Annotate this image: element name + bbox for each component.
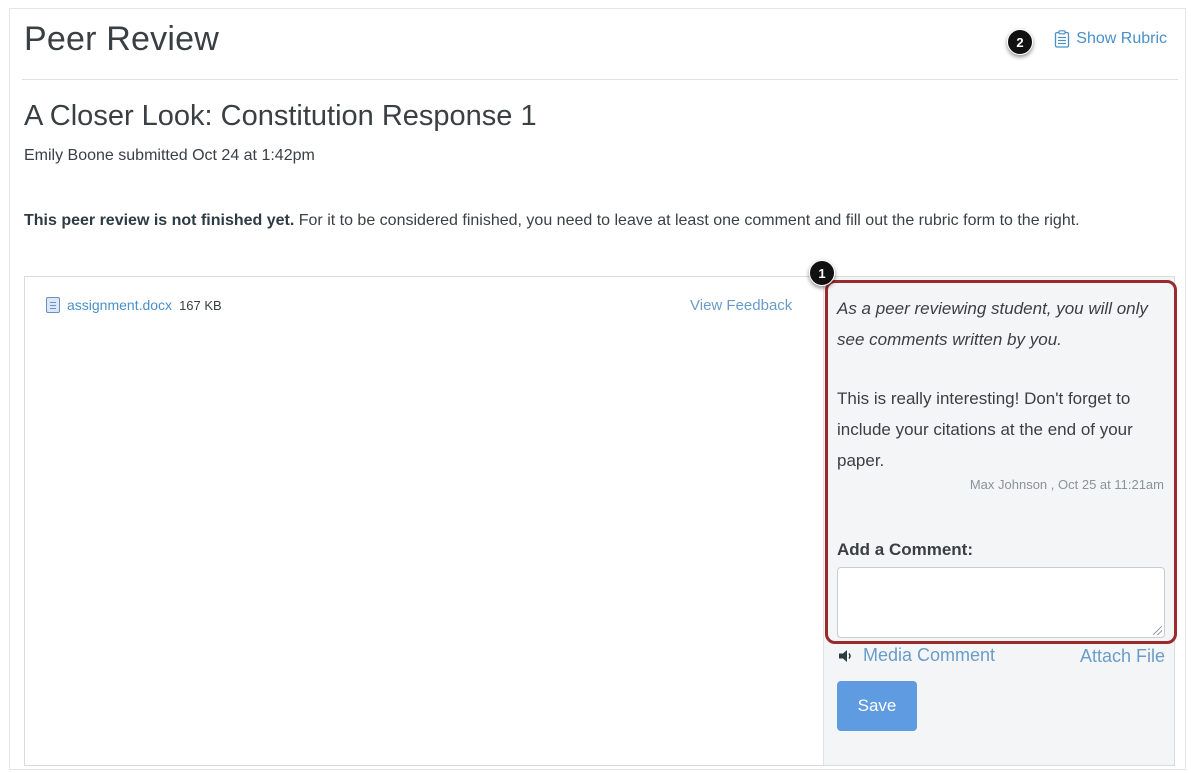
save-button[interactable]: Save	[837, 681, 917, 731]
notice-bold: This peer review is not finished yet.	[24, 212, 295, 229]
attach-file-link[interactable]: Attach File	[1080, 646, 1165, 667]
callout-badge-1: 1	[809, 260, 835, 286]
attachment-size: 167 KB	[179, 297, 222, 313]
media-comment-button[interactable]: Media Comment	[838, 645, 995, 666]
comment-text: This is really interesting! Don't forget…	[837, 389, 1133, 470]
notice-text: For it to be considered finished, you ne…	[294, 212, 1080, 229]
rubric-clipboard-icon	[1055, 30, 1070, 48]
peer-review-visibility-note: As a peer reviewing student, you will on…	[837, 299, 1148, 349]
view-feedback-link[interactable]: View Feedback	[690, 297, 792, 314]
media-comment-label[interactable]: Media Comment	[863, 645, 995, 666]
callout-badge-2: 2	[1007, 29, 1033, 55]
submission-info: Emily Boone submitted Oct 24 at 1:42pm	[24, 147, 315, 164]
show-rubric-label[interactable]: Show Rubric	[1076, 30, 1167, 48]
attachment-row: assignment.docx 167 KB	[46, 297, 222, 313]
add-comment-label: Add a Comment:	[837, 540, 973, 559]
comment-author-date: Max Johnson , Oct 25 at 11:21am	[969, 477, 1164, 492]
page-title: Peer Review	[24, 20, 219, 58]
show-rubric-link[interactable]: Show Rubric	[1054, 30, 1167, 48]
document-icon	[46, 297, 60, 313]
comment-textarea[interactable]	[837, 567, 1165, 638]
header-divider	[22, 79, 1178, 80]
resize-grip-icon[interactable]	[1153, 626, 1162, 635]
peer-review-notice: This peer review is not finished yet. Fo…	[24, 206, 1174, 236]
speaker-icon	[839, 649, 851, 662]
assignment-title: A Closer Look: Constitution Response 1	[24, 100, 537, 132]
attachment-link[interactable]: assignment.docx	[67, 297, 172, 313]
